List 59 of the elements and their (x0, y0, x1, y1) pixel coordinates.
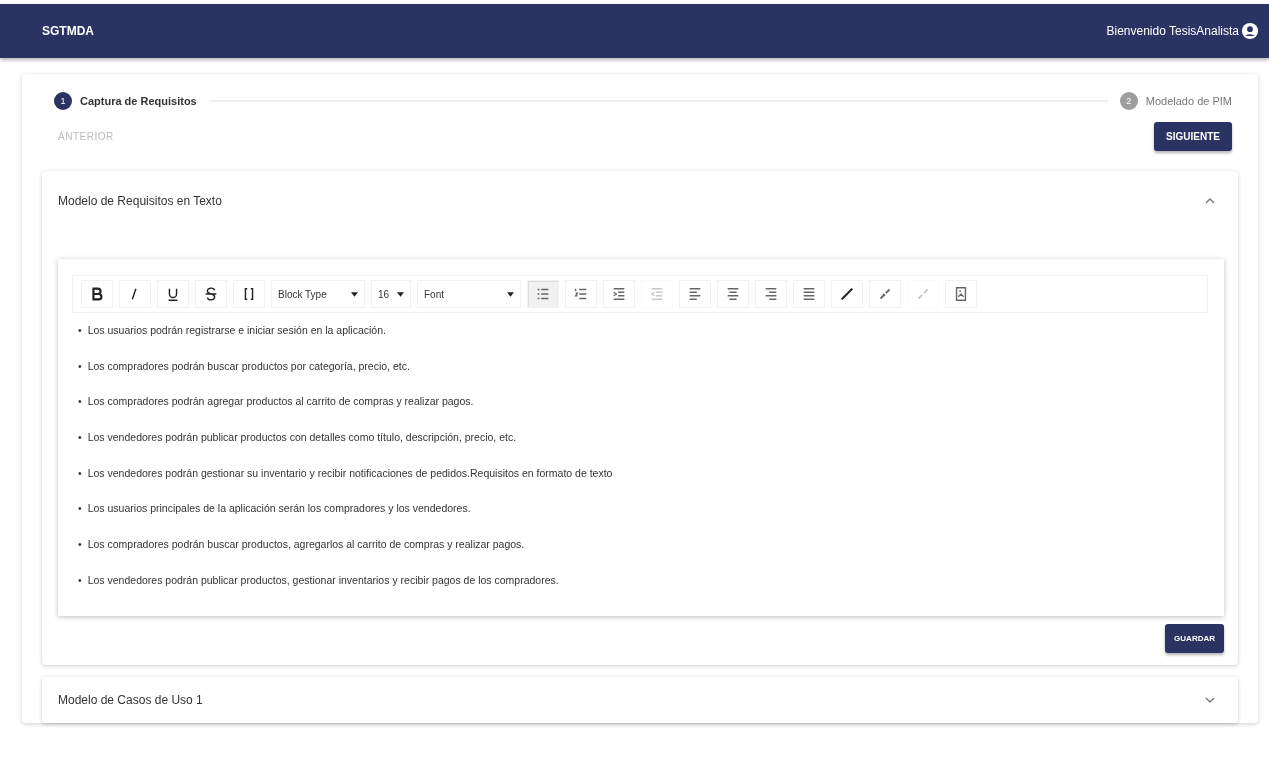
step-number: 2 (1119, 92, 1138, 110)
list-bullet: • (78, 572, 82, 588)
requirement-item: Los compradores podrán buscar productos por categoría, precio, etc. (87, 358, 410, 374)
bulleted-list-icon (535, 286, 551, 302)
underline-button[interactable] (157, 280, 189, 308)
greeting-text: Bienvenido TesisAnalista (1106, 24, 1239, 38)
step-label[interactable]: Modelado de PIM (1145, 95, 1232, 107)
bulleted-list-button[interactable] (527, 280, 559, 308)
align-left-icon (687, 286, 703, 302)
panel-title[interactable]: Modelo de Requisitos en Texto (58, 194, 222, 208)
requirement-item: Los vendedores podrán publicar productos con detalles como título, descripción, precio, etc. (87, 430, 517, 446)
indent-icon (611, 286, 627, 302)
list-bullet: • (78, 537, 82, 553)
chevron-icon[interactable] (1204, 695, 1216, 704)
toolbar-dropdown[interactable]: Block Type (271, 280, 365, 308)
list-bullet: • (78, 394, 82, 410)
link-button[interactable] (831, 280, 863, 308)
bold-button[interactable] (81, 280, 113, 308)
list-bullet: • (78, 501, 82, 517)
image-icon (953, 286, 969, 302)
bold-icon (89, 286, 105, 302)
requirement-item: Los usuarios podrán registrarse e iniciar sesión en la aplicación. (87, 323, 386, 338)
code-button[interactable] (233, 280, 265, 308)
requirement-item: Los usuarios principales de la aplicación serán los compradores y los vendedores. (87, 501, 471, 517)
numbered-list-icon (573, 286, 589, 302)
caret-icon (397, 291, 404, 297)
list-bullet: • (78, 358, 82, 374)
save-button[interactable]: GUARDAR (1165, 623, 1224, 653)
indent-button[interactable] (603, 280, 635, 308)
align-center-icon (725, 286, 741, 302)
align-center-button[interactable] (717, 280, 749, 308)
align-right-icon (763, 286, 779, 302)
list-bullet: • (78, 430, 82, 446)
toolbar-dropdown[interactable]: 16 (371, 280, 411, 308)
justify-icon (801, 286, 817, 302)
justify-button[interactable] (793, 280, 825, 308)
panel-title[interactable]: Modelo de Casos de Uso 1 (58, 692, 203, 707)
step-label[interactable]: Captura de Requisitos (80, 95, 197, 107)
step-number: 1 (54, 92, 72, 110)
strikethrough-button[interactable] (195, 280, 227, 308)
account-icon[interactable] (1241, 22, 1259, 40)
chevron-icon[interactable] (1204, 197, 1216, 205)
caret-icon (351, 291, 358, 297)
app-title: SGTMDA (42, 24, 94, 38)
next-button[interactable]: SIGUIENTE (1154, 122, 1232, 151)
image-button[interactable] (945, 280, 977, 308)
requirement-item: Los vendedores podrán publicar productos, gestionar inventarios y recibir pagos de los compradores. (87, 572, 559, 588)
align-left-button[interactable] (679, 280, 711, 308)
outdent-icon (649, 286, 665, 302)
strikethrough-icon (203, 286, 219, 302)
toolbar-dropdown[interactable]: Font (417, 280, 521, 308)
list-bullet: • (78, 465, 82, 481)
align-right-button[interactable] (755, 280, 787, 308)
requirement-item: Los compradores podrán agregar productos al carrito de compras y realizar pagos. (87, 394, 474, 410)
requirement-item: Los vendedores podrán gestionar su inventario y recibir notificaciones de pedidos.Requisitos en formato de texto (87, 465, 613, 481)
list-bullet: • (78, 323, 82, 338)
requirement-item: Los compradores podrán buscar productos, agregarlos al carrito de compras y realizar pagos. (87, 537, 525, 553)
caret-icon (507, 291, 514, 297)
numbered-list-button[interactable] (565, 280, 597, 308)
